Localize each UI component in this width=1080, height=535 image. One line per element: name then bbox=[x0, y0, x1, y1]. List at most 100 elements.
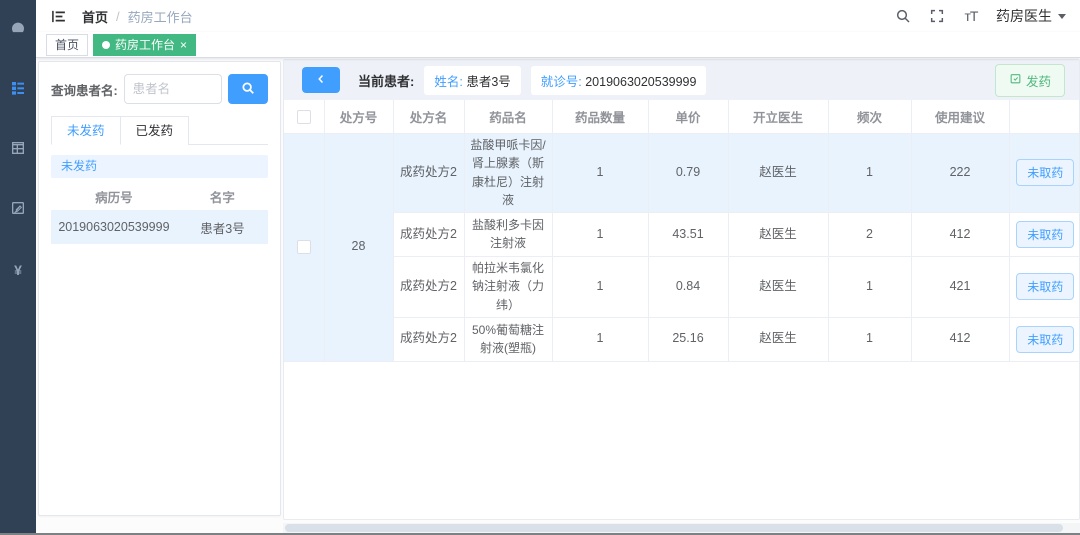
breadcrumb-home[interactable]: 首页 bbox=[82, 7, 108, 26]
advice-cell: 412 bbox=[911, 317, 1010, 362]
freq-cell: 1 bbox=[828, 256, 912, 318]
tags-view-bar: 首页 药房工作台 × bbox=[36, 32, 1080, 58]
doctor-cell: 赵医生 bbox=[728, 317, 829, 362]
edit-icon bbox=[10, 200, 26, 221]
select-all-checkbox[interactable] bbox=[296, 109, 311, 124]
qty-cell: 1 bbox=[552, 212, 649, 257]
row-select-cell bbox=[284, 133, 325, 362]
patient-search-button[interactable] bbox=[228, 74, 268, 104]
rx-name-cell: 成药处方2 bbox=[393, 133, 465, 213]
fullscreen-icon[interactable] bbox=[928, 7, 946, 25]
patient-list-row[interactable]: 2019063020539999 患者3号 bbox=[51, 210, 268, 244]
tag-pharmacy-workbench[interactable]: 药房工作台 × bbox=[93, 33, 197, 56]
active-dot-icon bbox=[102, 40, 111, 49]
qty-cell: 1 bbox=[552, 317, 649, 362]
patient-name-box: 姓名: 患者3号 bbox=[424, 65, 521, 95]
freq-cell: 1 bbox=[828, 133, 912, 213]
patient-panel: 查询患者名: 未发药 已发药 未发药 病历号 名字 bbox=[38, 61, 281, 516]
chevron-left-icon bbox=[314, 72, 328, 89]
chevron-down-icon bbox=[1058, 13, 1066, 19]
user-name: 药房医生 bbox=[996, 8, 1052, 24]
prescription-panel: 当前患者: 姓名: 患者3号 就诊号: 2019063020539999 发药 bbox=[283, 59, 1080, 520]
patient-list: 病历号 名字 2019063020539999 患者3号 bbox=[51, 182, 268, 244]
visit-number-box: 就诊号: 2019063020539999 bbox=[530, 65, 707, 95]
section-title-banner: 未发药 bbox=[51, 155, 268, 178]
doctor-cell: 赵医生 bbox=[728, 212, 829, 257]
not-taken-button[interactable]: 未取药 bbox=[1016, 273, 1075, 301]
patient-list-header-name: 名字 bbox=[209, 190, 235, 205]
action-cell: 未取药 bbox=[1009, 256, 1079, 318]
font-size-icon[interactable]: тT bbox=[962, 7, 980, 25]
not-taken-button[interactable]: 未取药 bbox=[1016, 159, 1075, 187]
sidebar-item-table[interactable] bbox=[0, 120, 36, 180]
sidebar-item-tree-menu[interactable] bbox=[0, 60, 36, 120]
patient-search-input[interactable] bbox=[123, 74, 222, 104]
tag-home[interactable]: 首页 bbox=[46, 33, 89, 56]
rx-name-cell: 成药处方2 bbox=[393, 317, 465, 362]
col-header-rx-name: 处方名 bbox=[393, 100, 465, 134]
prescription-no-cell: 28 bbox=[324, 133, 394, 362]
horizontal-scrollbar-thumb[interactable] bbox=[285, 524, 1063, 532]
table-row[interactable]: 成药处方2 帕拉米韦氯化钠注射液（力纬） 1 0.84 赵医生 1 421 未取… bbox=[284, 256, 1079, 318]
table-icon bbox=[10, 140, 26, 161]
price-cell: 43.51 bbox=[648, 212, 729, 257]
advice-cell: 222 bbox=[911, 133, 1010, 213]
freq-cell: 2 bbox=[828, 212, 912, 257]
dashboard-icon bbox=[10, 20, 26, 41]
back-button[interactable] bbox=[302, 67, 340, 93]
user-menu[interactable]: 药房医生 bbox=[996, 6, 1066, 26]
rx-name-cell: 成药处方2 bbox=[393, 212, 465, 257]
price-cell: 0.84 bbox=[648, 256, 729, 318]
horizontal-scrollbar-track bbox=[283, 523, 1080, 533]
main-area: 首页 / 药房工作台 тT 药房医生 首页 药房工作台 × 查询患者名: 患者名… bbox=[36, 0, 1080, 535]
col-header-advice: 使用建议 bbox=[911, 100, 1010, 134]
drug-name-cell: 帕拉米韦氯化钠注射液（力纬） bbox=[464, 256, 553, 318]
hamburger-icon[interactable] bbox=[48, 6, 68, 26]
prescription-table: 处方号 处方名 药品名 药品数量 单价 开立医生 频次 使用建议 28 成药处方… bbox=[284, 100, 1079, 362]
qty-cell: 1 bbox=[552, 256, 649, 318]
dispense-button-label: 发药 bbox=[1025, 74, 1051, 89]
tag-pharmacy-label: 药房工作台 bbox=[115, 38, 176, 52]
action-cell: 未取药 bbox=[1009, 212, 1079, 257]
advice-cell: 412 bbox=[911, 212, 1010, 257]
tab-dispensed[interactable]: 已发药 bbox=[120, 116, 190, 145]
patient-record-no[interactable]: 2019063020539999 bbox=[51, 210, 177, 244]
current-patient-bar: 当前患者: 姓名: 患者3号 就诊号: 2019063020539999 发药 bbox=[284, 60, 1079, 100]
sidebar-item-money[interactable]: ¥ bbox=[0, 240, 36, 300]
row-checkbox[interactable] bbox=[296, 240, 311, 255]
tag-home-label: 首页 bbox=[55, 38, 80, 52]
visit-value: 2019063020539999 bbox=[585, 74, 697, 89]
tree-menu-icon bbox=[10, 80, 26, 101]
not-taken-button[interactable]: 未取药 bbox=[1016, 325, 1075, 353]
sidebar-item-dashboard[interactable] bbox=[0, 0, 36, 60]
close-icon[interactable]: × bbox=[180, 39, 187, 51]
col-header-price: 单价 bbox=[648, 100, 729, 134]
dispense-status-tabs: 未发药 已发药 bbox=[51, 116, 268, 145]
search-icon[interactable] bbox=[894, 7, 912, 25]
col-header-doctor: 开立医生 bbox=[728, 100, 829, 134]
tab-not-dispensed[interactable]: 未发药 bbox=[51, 116, 121, 145]
doctor-cell: 赵医生 bbox=[728, 256, 829, 318]
table-row[interactable]: 28 成药处方2 盐酸甲哌卡因/肾上腺素（斯康杜尼）注射液 1 0.79 赵医生… bbox=[284, 133, 1079, 362]
breadcrumb-separator: / bbox=[116, 8, 120, 24]
col-header-qty: 药品数量 bbox=[552, 100, 649, 134]
content-area: 查询患者名: 未发药 已发药 未发药 病历号 名字 bbox=[36, 58, 1080, 535]
freq-cell: 1 bbox=[828, 317, 912, 362]
action-cell: 未取药 bbox=[1009, 133, 1079, 213]
name-label: 姓名: bbox=[434, 74, 463, 89]
col-header-rx-no: 处方号 bbox=[324, 100, 394, 134]
sidebar-item-edit[interactable] bbox=[0, 180, 36, 240]
drug-name-cell: 盐酸利多卡因注射液 bbox=[464, 212, 553, 257]
drug-name-cell: 50%葡萄糖注射液(塑瓶) bbox=[464, 317, 553, 362]
patient-name[interactable]: 患者3号 bbox=[176, 210, 268, 244]
visit-label: 就诊号: bbox=[540, 74, 582, 89]
breadcrumb-current: 药房工作台 bbox=[127, 9, 193, 25]
col-header-freq: 频次 bbox=[828, 100, 912, 134]
col-header-action bbox=[1009, 100, 1079, 134]
table-row[interactable]: 成药处方2 50%葡萄糖注射液(塑瓶) 1 25.16 赵医生 1 412 未取… bbox=[284, 317, 1079, 362]
qty-cell: 1 bbox=[552, 133, 649, 213]
current-patient-label: 当前患者: bbox=[358, 73, 415, 89]
dispense-button[interactable]: 发药 bbox=[994, 63, 1065, 97]
not-taken-button[interactable]: 未取药 bbox=[1016, 220, 1075, 248]
table-row[interactable]: 成药处方2 盐酸利多卡因注射液 1 43.51 赵医生 2 412 未取药 bbox=[284, 212, 1079, 257]
